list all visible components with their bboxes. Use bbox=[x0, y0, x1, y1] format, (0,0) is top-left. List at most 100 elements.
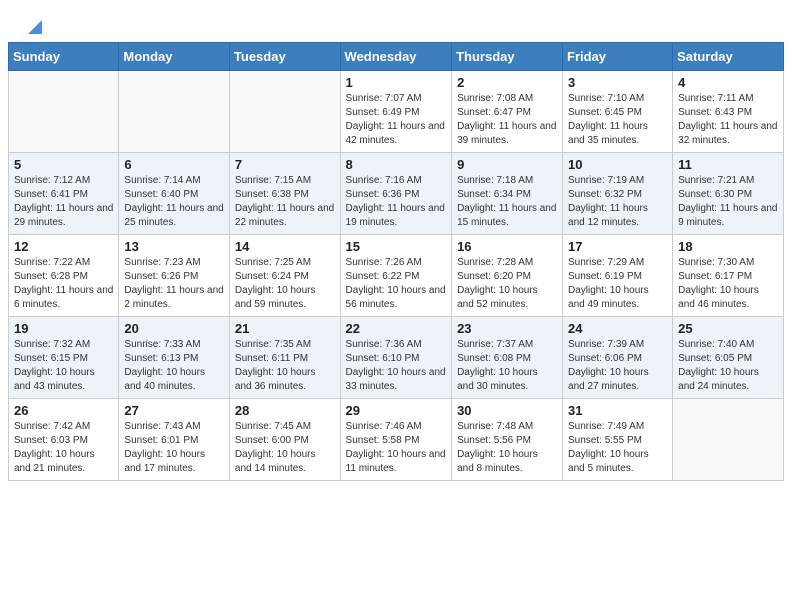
day-number: 25 bbox=[678, 321, 778, 336]
day-number: 23 bbox=[457, 321, 557, 336]
calendar-cell: 1Sunrise: 7:07 AM Sunset: 6:49 PM Daylig… bbox=[340, 71, 452, 153]
calendar-cell: 11 Sunrise: 7:21 AM Sunset: 6:30 PM Dayli… bbox=[673, 153, 784, 235]
day-number: 8 bbox=[346, 157, 447, 172]
calendar-cell bbox=[9, 71, 119, 153]
week-row-3: 12 Sunrise: 7:22 AM Sunset: 6:28 PM Dayli… bbox=[9, 235, 784, 317]
calendar-cell: 15Sunrise: 7:26 AM Sunset: 6:22 PM Dayli… bbox=[340, 235, 452, 317]
calendar-cell: 4 Sunrise: 7:11 AM Sunset: 6:43 PM Daylig… bbox=[673, 71, 784, 153]
day-number: 18 bbox=[678, 239, 778, 254]
day-info: Sunrise: 7:07 AM Sunset: 6:49 PM Dayligh… bbox=[346, 92, 447, 148]
calendar-cell: 10 Sunrise: 7:19 AM Sunset: 6:32 PM Dayli… bbox=[563, 153, 673, 235]
weekday-header-row: SundayMondayTuesdayWednesdayThursdayFrid… bbox=[9, 43, 784, 71]
day-info: Sunrise: 7:18 AM Sunset: 6:34 PM Dayligh… bbox=[457, 174, 557, 230]
day-number: 29 bbox=[346, 403, 447, 418]
day-info: Sunrise: 7:29 AM Sunset: 6:19 PM Dayligh… bbox=[568, 256, 667, 312]
day-number: 5 bbox=[14, 157, 113, 172]
day-info: Sunrise: 7:10 AM Sunset: 6:45 PM Dayligh… bbox=[568, 92, 667, 148]
day-number: 24 bbox=[568, 321, 667, 336]
week-row-2: 5 Sunrise: 7:12 AM Sunset: 6:41 PM Daylig… bbox=[9, 153, 784, 235]
day-number: 21 bbox=[235, 321, 335, 336]
calendar-cell: 28 Sunrise: 7:45 AM Sunset: 6:00 PM Dayli… bbox=[229, 399, 340, 481]
calendar-cell bbox=[673, 399, 784, 481]
day-info: Sunrise: 7:43 AM Sunset: 6:01 PM Dayligh… bbox=[124, 420, 224, 476]
day-info: Sunrise: 7:46 AM Sunset: 5:58 PM Dayligh… bbox=[346, 420, 447, 476]
day-number: 14 bbox=[235, 239, 335, 254]
day-info: Sunrise: 7:28 AM Sunset: 6:20 PM Dayligh… bbox=[457, 256, 557, 312]
day-number: 10 bbox=[568, 157, 667, 172]
day-number: 30 bbox=[457, 403, 557, 418]
calendar-cell: 18 Sunrise: 7:30 AM Sunset: 6:17 PM Dayli… bbox=[673, 235, 784, 317]
day-info: Sunrise: 7:35 AM Sunset: 6:11 PM Dayligh… bbox=[235, 338, 335, 394]
calendar-wrapper: SundayMondayTuesdayWednesdayThursdayFrid… bbox=[0, 42, 792, 489]
day-info: Sunrise: 7:39 AM Sunset: 6:06 PM Dayligh… bbox=[568, 338, 667, 394]
day-number: 3 bbox=[568, 75, 667, 90]
day-info: Sunrise: 7:19 AM Sunset: 6:32 PM Dayligh… bbox=[568, 174, 667, 230]
calendar-cell: 17Sunrise: 7:29 AM Sunset: 6:19 PM Dayli… bbox=[563, 235, 673, 317]
day-number: 7 bbox=[235, 157, 335, 172]
calendar-cell: 6 Sunrise: 7:14 AM Sunset: 6:40 PM Daylig… bbox=[119, 153, 230, 235]
day-info: Sunrise: 7:32 AM Sunset: 6:15 PM Dayligh… bbox=[14, 338, 113, 394]
day-info: Sunrise: 7:36 AM Sunset: 6:10 PM Dayligh… bbox=[346, 338, 447, 394]
day-number: 11 bbox=[678, 157, 778, 172]
day-number: 13 bbox=[124, 239, 224, 254]
calendar-cell: 26 Sunrise: 7:42 AM Sunset: 6:03 PM Dayli… bbox=[9, 399, 119, 481]
calendar-cell: 30 Sunrise: 7:48 AM Sunset: 5:56 PM Dayli… bbox=[452, 399, 563, 481]
calendar-cell: 5 Sunrise: 7:12 AM Sunset: 6:41 PM Daylig… bbox=[9, 153, 119, 235]
day-info: Sunrise: 7:12 AM Sunset: 6:41 PM Dayligh… bbox=[14, 174, 113, 230]
day-info: Sunrise: 7:14 AM Sunset: 6:40 PM Dayligh… bbox=[124, 174, 224, 230]
day-number: 16 bbox=[457, 239, 557, 254]
day-number: 27 bbox=[124, 403, 224, 418]
weekday-header-saturday: Saturday bbox=[673, 43, 784, 71]
day-number: 26 bbox=[14, 403, 113, 418]
day-number: 12 bbox=[14, 239, 113, 254]
weekday-header-sunday: Sunday bbox=[9, 43, 119, 71]
calendar-cell: 7 Sunrise: 7:15 AM Sunset: 6:38 PM Daylig… bbox=[229, 153, 340, 235]
calendar-cell bbox=[229, 71, 340, 153]
day-info: Sunrise: 7:22 AM Sunset: 6:28 PM Dayligh… bbox=[14, 256, 113, 312]
weekday-header-thursday: Thursday bbox=[452, 43, 563, 71]
day-info: Sunrise: 7:30 AM Sunset: 6:17 PM Dayligh… bbox=[678, 256, 778, 312]
calendar-cell: 31 Sunrise: 7:49 AM Sunset: 5:55 PM Dayli… bbox=[563, 399, 673, 481]
day-number: 9 bbox=[457, 157, 557, 172]
day-number: 28 bbox=[235, 403, 335, 418]
calendar-cell: 27 Sunrise: 7:43 AM Sunset: 6:01 PM Dayli… bbox=[119, 399, 230, 481]
calendar-cell: 23Sunrise: 7:37 AM Sunset: 6:08 PM Dayli… bbox=[452, 317, 563, 399]
day-info: Sunrise: 7:08 AM Sunset: 6:47 PM Dayligh… bbox=[457, 92, 557, 148]
calendar-cell: 14Sunrise: 7:25 AM Sunset: 6:24 PM Dayli… bbox=[229, 235, 340, 317]
day-info: Sunrise: 7:40 AM Sunset: 6:05 PM Dayligh… bbox=[678, 338, 778, 394]
day-number: 6 bbox=[124, 157, 224, 172]
calendar-cell: 20Sunrise: 7:33 AM Sunset: 6:13 PM Dayli… bbox=[119, 317, 230, 399]
calendar-cell: 12 Sunrise: 7:22 AM Sunset: 6:28 PM Dayli… bbox=[9, 235, 119, 317]
day-info: Sunrise: 7:11 AM Sunset: 6:43 PM Dayligh… bbox=[678, 92, 778, 148]
page-header bbox=[0, 0, 792, 42]
logo bbox=[24, 18, 44, 34]
calendar-cell: 13 Sunrise: 7:23 AM Sunset: 6:26 PM Dayli… bbox=[119, 235, 230, 317]
day-info: Sunrise: 7:21 AM Sunset: 6:30 PM Dayligh… bbox=[678, 174, 778, 230]
day-number: 22 bbox=[346, 321, 447, 336]
weekday-header-tuesday: Tuesday bbox=[229, 43, 340, 71]
day-info: Sunrise: 7:45 AM Sunset: 6:00 PM Dayligh… bbox=[235, 420, 335, 476]
calendar-cell: 22 Sunrise: 7:36 AM Sunset: 6:10 PM Dayli… bbox=[340, 317, 452, 399]
day-info: Sunrise: 7:42 AM Sunset: 6:03 PM Dayligh… bbox=[14, 420, 113, 476]
calendar-cell: 2Sunrise: 7:08 AM Sunset: 6:47 PM Daylig… bbox=[452, 71, 563, 153]
calendar-cell: 16 Sunrise: 7:28 AM Sunset: 6:20 PM Dayli… bbox=[452, 235, 563, 317]
day-number: 4 bbox=[678, 75, 778, 90]
week-row-1: 1Sunrise: 7:07 AM Sunset: 6:49 PM Daylig… bbox=[9, 71, 784, 153]
calendar-cell: 21 Sunrise: 7:35 AM Sunset: 6:11 PM Dayli… bbox=[229, 317, 340, 399]
day-info: Sunrise: 7:49 AM Sunset: 5:55 PM Dayligh… bbox=[568, 420, 667, 476]
calendar-cell: 8 Sunrise: 7:16 AM Sunset: 6:36 PM Daylig… bbox=[340, 153, 452, 235]
weekday-header-monday: Monday bbox=[119, 43, 230, 71]
day-number: 31 bbox=[568, 403, 667, 418]
calendar-cell: 29 Sunrise: 7:46 AM Sunset: 5:58 PM Dayli… bbox=[340, 399, 452, 481]
day-info: Sunrise: 7:15 AM Sunset: 6:38 PM Dayligh… bbox=[235, 174, 335, 230]
day-info: Sunrise: 7:23 AM Sunset: 6:26 PM Dayligh… bbox=[124, 256, 224, 312]
calendar-cell: 9 Sunrise: 7:18 AM Sunset: 6:34 PM Daylig… bbox=[452, 153, 563, 235]
calendar-cell: 19Sunrise: 7:32 AM Sunset: 6:15 PM Dayli… bbox=[9, 317, 119, 399]
weekday-header-wednesday: Wednesday bbox=[340, 43, 452, 71]
calendar-cell bbox=[119, 71, 230, 153]
logo-triangle-icon bbox=[26, 18, 44, 36]
week-row-4: 19Sunrise: 7:32 AM Sunset: 6:15 PM Dayli… bbox=[9, 317, 784, 399]
day-info: Sunrise: 7:16 AM Sunset: 6:36 PM Dayligh… bbox=[346, 174, 447, 230]
day-info: Sunrise: 7:48 AM Sunset: 5:56 PM Dayligh… bbox=[457, 420, 557, 476]
day-number: 20 bbox=[124, 321, 224, 336]
